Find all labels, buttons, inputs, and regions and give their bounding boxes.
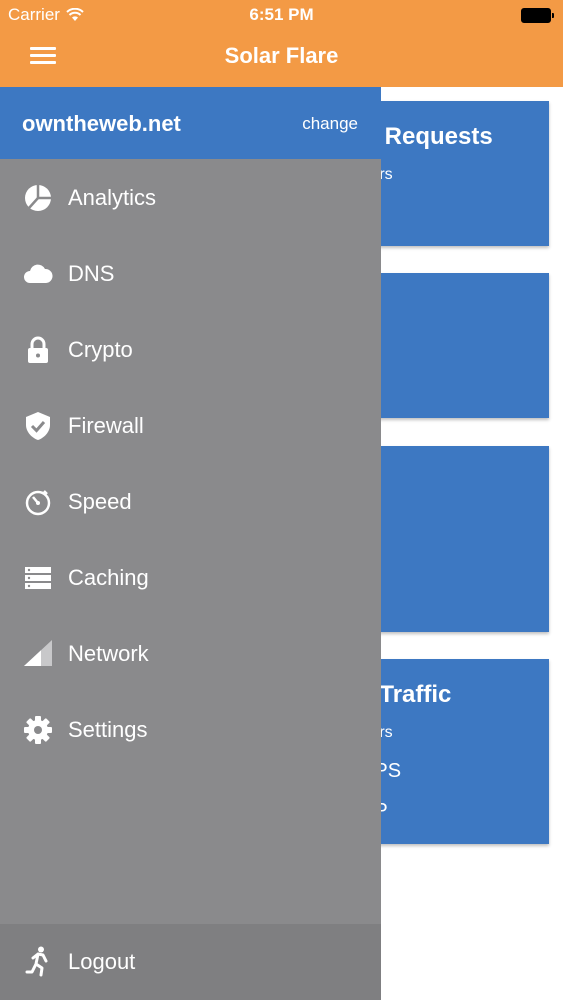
menu-item-label: Crypto [68,337,133,362]
menu-item-label: Settings [68,717,148,742]
menu-item-analytics[interactable]: Analytics [0,168,381,228]
gear-icon [24,716,52,744]
menu-item-speed[interactable]: Speed [0,472,381,532]
signal-icon [24,640,52,666]
drawer-header: owntheweb.net change [0,87,381,159]
menu-item-label: Network [68,641,149,666]
shield-check-icon [26,412,50,440]
battery-icon [521,8,554,23]
menu-item-settings[interactable]: Settings [0,700,381,760]
status-bar: Carrier 6:51 PM [0,0,563,30]
menu-item-crypto[interactable]: Crypto [0,320,381,380]
change-domain-button[interactable]: change [302,114,358,134]
menu-item-label: Speed [68,489,132,514]
app-title: Solar Flare [224,43,339,68]
menu-item-dns[interactable]: DNS [0,244,381,304]
status-time: 6:51 PM [249,5,314,24]
pie-chart-icon [25,184,52,211]
logout-label: Logout [68,949,136,974]
app-header: Carrier 6:51 PM Solar Flare [0,0,563,87]
menu-item-network[interactable]: Network [0,624,381,684]
menu-item-label: DNS [68,261,115,286]
server-icon [25,567,51,589]
menu-item-firewall[interactable]: Firewall [0,396,381,456]
stopwatch-icon [25,490,51,516]
menu-item-label: Analytics [68,185,157,210]
cloud-icon [24,264,53,283]
domain-name: owntheweb.net [22,111,181,136]
navigation-drawer: owntheweb.net change Analytics DNS Crypt… [0,87,381,1000]
logout-button[interactable]: Logout [0,924,381,1000]
menu-item-label: Caching [68,565,149,590]
menu-item-caching[interactable]: Caching [0,548,381,608]
lock-icon [28,336,48,363]
menu-item-label: Firewall [68,413,144,438]
running-person-icon [25,946,48,977]
